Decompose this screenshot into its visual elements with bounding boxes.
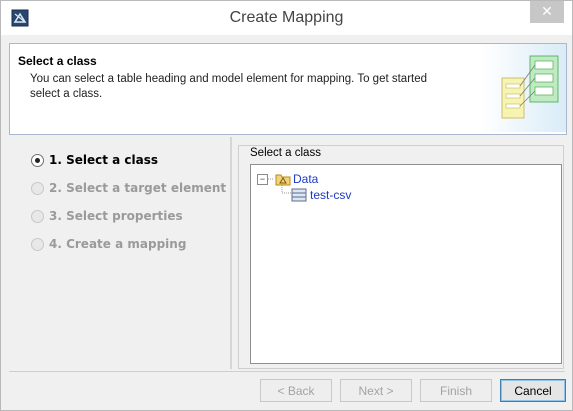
- tree-connector-icon: [281, 183, 291, 194]
- tree-node-label: test-csv: [310, 188, 352, 202]
- group-label: Select a class: [248, 147, 323, 159]
- next-button[interactable]: Next >: [340, 379, 412, 402]
- close-button[interactable]: ✕: [530, 1, 564, 23]
- window-title: Create Mapping: [229, 9, 344, 26]
- title-bar: Create Mapping ✕: [1, 1, 572, 35]
- finish-button[interactable]: Finish: [420, 379, 492, 402]
- header-title: Select a class: [18, 54, 97, 68]
- back-button[interactable]: < Back: [260, 379, 332, 402]
- collapse-icon[interactable]: −: [257, 174, 268, 185]
- step-label: 4. Create a mapping: [49, 237, 187, 251]
- select-class-group: Select a class − Data test-csv: [238, 145, 564, 369]
- radio-selected-icon[interactable]: [31, 154, 44, 167]
- step-label: 1. Select a class: [49, 153, 159, 167]
- class-selection-panel: Select a class − Data test-csv: [234, 137, 566, 369]
- wizard-steps: 1. Select a class 2. Select a target ele…: [9, 141, 229, 367]
- tree-node-label: Data: [293, 172, 319, 186]
- footer-divider: [9, 371, 565, 372]
- radio-disabled-icon: [31, 238, 44, 251]
- panel-splitter[interactable]: [230, 137, 232, 369]
- cancel-button[interactable]: Cancel: [500, 379, 566, 402]
- close-icon[interactable]: ✕: [541, 4, 553, 20]
- step-label: 3. Select properties: [49, 209, 183, 223]
- radio-disabled-icon: [31, 182, 44, 195]
- tree-connector-icon: [268, 178, 274, 180]
- class-icon: [291, 188, 307, 202]
- step-label: 2. Select a target element: [49, 181, 227, 195]
- wizard-header: Select a class You can select a table he…: [9, 43, 567, 135]
- header-description: You can select a table heading and model…: [30, 73, 428, 100]
- create-mapping-dialog: Create Mapping ✕ Select a class You can …: [0, 0, 573, 411]
- mapping-illustration-icon: [482, 44, 566, 132]
- radio-disabled-icon: [31, 210, 44, 223]
- class-tree[interactable]: − Data test-csv: [250, 164, 562, 364]
